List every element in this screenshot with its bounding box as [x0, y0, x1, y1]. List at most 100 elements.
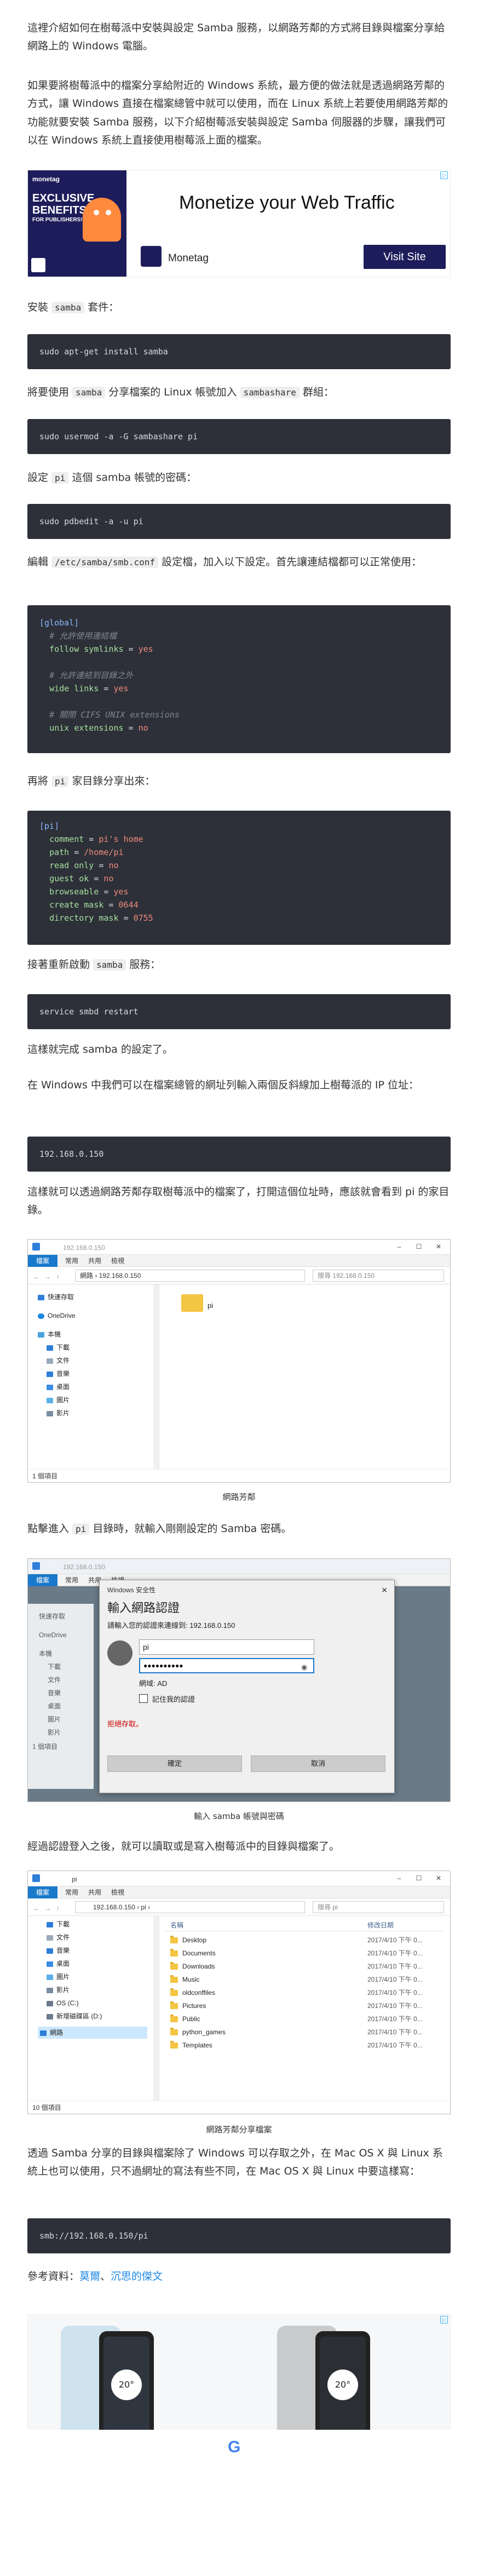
file-row[interactable]: Desktop 2017/4/10 下午 0...	[165, 1934, 444, 1947]
explorer-screenshot-credentials: 192.168.0.150 檔案 常用 共用 檢視 快速存取 OneDrive …	[27, 1558, 451, 1802]
code-block-pi-conf[interactable]: [pi] comment = pi's home path = /home/pi…	[27, 811, 451, 945]
nav-item-pictures[interactable]: 圖片	[56, 1973, 70, 1981]
nav-item-onedrive[interactable]: OneDrive	[39, 1629, 67, 1641]
nav-item-videos[interactable]: 影片	[56, 1986, 70, 1994]
nav-item-downloads[interactable]: 下載	[56, 1920, 70, 1928]
nav-item-videos[interactable]: 影片	[48, 1726, 61, 1739]
google-logo[interactable]: G	[228, 2436, 240, 2458]
nav-item-pictures[interactable]: 圖片	[48, 1713, 61, 1725]
column-name[interactable]: 名稱	[170, 1920, 183, 1931]
tab-file[interactable]: 檔案	[28, 1574, 57, 1586]
nav-item-documents[interactable]: 文件	[56, 1934, 70, 1941]
step-ip-text: 在 Windows 中我們可以在檔案總管的網址列輸入兩個反斜線加上樹莓派的 IP…	[27, 1079, 419, 1091]
nav-item-music[interactable]: 音樂	[56, 1370, 70, 1378]
code-block-ip[interactable]: 192.168.0.150	[27, 1137, 451, 1172]
file-row[interactable]: python_games 2017/4/10 下午 0...	[165, 2026, 444, 2039]
tab-home[interactable]: 常用	[65, 1574, 78, 1586]
pixel-phone-ad[interactable]: ▷ 20° 20°	[27, 2314, 451, 2430]
nav-item-this-pc[interactable]: 本機	[48, 1330, 61, 1338]
dialog-close-icon[interactable]: ✕	[381, 1584, 388, 1597]
code-block-install[interactable]: sudo apt-get install samba	[27, 334, 451, 369]
minimize-icon[interactable]: –	[395, 1243, 403, 1250]
file-row[interactable]: Pictures 2017/4/10 下午 0...	[165, 1999, 444, 2012]
nav-item-music[interactable]: 音樂	[56, 1947, 70, 1954]
file-row[interactable]: oldconffiles 2017/4/10 下午 0...	[165, 1986, 444, 1999]
ad-choices-icon[interactable]: ▷	[440, 2316, 448, 2323]
ad-visit-site-button[interactable]: Visit Site	[364, 245, 446, 269]
file-row[interactable]: Public 2017/4/10 下午 0...	[165, 2012, 444, 2026]
nav-item-onedrive[interactable]: OneDrive	[48, 1312, 76, 1319]
tab-share[interactable]: 共用	[88, 1886, 101, 1898]
nav-back-icon[interactable]: ←	[33, 1903, 40, 1914]
code-block-global-conf[interactable]: [global] # 允許使用連結檔 follow symlinks = yes…	[27, 605, 451, 753]
nav-item-quick-access[interactable]: 快速存取	[48, 1293, 74, 1301]
scrollbar[interactable]	[153, 1916, 159, 2101]
ok-button[interactable]: 確定	[107, 1755, 242, 1772]
nav-item-drive-d[interactable]: 新增磁碟區 (D:)	[56, 2012, 102, 2020]
tab-view[interactable]: 檢視	[111, 1886, 124, 1898]
close-icon[interactable]: ✕	[435, 1874, 442, 1882]
tab-file[interactable]: 檔案	[28, 1886, 57, 1898]
window-title: 192.168.0.150	[63, 1563, 105, 1571]
address-input[interactable]: 網路 › 192.168.0.150	[75, 1270, 305, 1282]
monetag-ad[interactable]: ▷ monetag EXCLUSIVE BENEFITS FOR PUBLISH…	[27, 170, 451, 277]
nav-back-icon[interactable]: ←	[33, 1271, 40, 1283]
file-row[interactable]: Templates 2017/4/10 下午 0...	[165, 2039, 444, 2052]
file-row[interactable]: Documents 2017/4/10 下午 0...	[165, 1947, 444, 1960]
minimize-icon[interactable]: –	[395, 1874, 403, 1882]
nav-up-icon[interactable]: ↑	[56, 1903, 60, 1914]
reference-link-2[interactable]: 沉思的傑文	[111, 2270, 163, 2282]
folder-icon	[170, 2028, 178, 2036]
nav-item-network[interactable]: 網路	[50, 2029, 63, 2036]
nav-item-documents[interactable]: 文件	[56, 1357, 70, 1364]
nav-item-pictures[interactable]: 圖片	[56, 1396, 70, 1404]
file-name: Pictures	[182, 2002, 206, 2010]
nav-item-quick-access[interactable]: 快速存取	[39, 1610, 65, 1622]
nav-forward-icon[interactable]: →	[44, 1903, 51, 1914]
nav-item-this-pc[interactable]: 本機	[39, 1648, 52, 1660]
search-input[interactable]: 搜尋 pi	[313, 1901, 444, 1913]
nav-item-desktop[interactable]: 桌面	[56, 1383, 70, 1391]
password-field[interactable]: ●●●●●●●●●●	[139, 1658, 314, 1673]
ad-brand-name[interactable]: Monetag	[168, 249, 209, 267]
nav-item-desktop[interactable]: 桌面	[48, 1700, 61, 1712]
maximize-icon[interactable]: ☐	[415, 1874, 423, 1882]
reference-link-1[interactable]: 莫爾	[79, 2270, 100, 2282]
nav-forward-icon[interactable]: →	[44, 1271, 51, 1283]
reveal-password-icon[interactable]: ◉	[301, 1661, 307, 1674]
scrollbar[interactable]	[153, 1284, 159, 1470]
close-icon[interactable]: ✕	[435, 1243, 442, 1250]
cancel-button[interactable]: 取消	[251, 1755, 385, 1772]
nav-item-drive-c[interactable]: OS (C:)	[56, 1999, 79, 2007]
nav-item-documents[interactable]: 文件	[48, 1674, 61, 1686]
address-input[interactable]: 192.168.0.150 › pi ›	[75, 1901, 305, 1913]
nav-item-videos[interactable]: 影片	[56, 1409, 70, 1417]
conf-key: directory mask	[49, 913, 119, 923]
file-row[interactable]: Downloads 2017/4/10 下午 0...	[165, 1960, 444, 1973]
username-field[interactable]: pi	[139, 1639, 314, 1655]
code-block-restart[interactable]: service smbd restart	[27, 994, 451, 1029]
file-row[interactable]: Music 2017/4/10 下午 0...	[165, 1973, 444, 1986]
nav-up-icon[interactable]: ↑	[56, 1271, 60, 1283]
code-block-smb-url[interactable]: smb://192.168.0.150/pi	[27, 2218, 451, 2253]
folder-icon	[181, 1294, 203, 1312]
nav-item-downloads[interactable]: 下載	[56, 1344, 70, 1351]
code-block-usermod[interactable]: sudo usermod -a -G sambashare pi	[27, 419, 451, 454]
column-date[interactable]: 修改日期	[367, 1920, 394, 1931]
ad-choices-icon[interactable]: ▷	[440, 171, 448, 179]
tab-view[interactable]: 檢視	[111, 1255, 124, 1267]
tab-home[interactable]: 常用	[65, 1255, 78, 1267]
nav-item-music[interactable]: 音樂	[48, 1687, 61, 1699]
references: 參考資料：莫爾、沉思的傑文	[27, 2268, 451, 2286]
remember-checkbox[interactable]	[139, 1694, 148, 1703]
search-input[interactable]: 搜尋 192.168.0.150	[313, 1270, 444, 1282]
nav-item-downloads[interactable]: 下載	[48, 1661, 61, 1673]
maximize-icon[interactable]: ☐	[415, 1243, 423, 1250]
tab-share[interactable]: 共用	[88, 1255, 101, 1267]
ad-image[interactable]: monetag EXCLUSIVE BENEFITS FOR PUBLISHER…	[28, 170, 126, 277]
ad-headline[interactable]: Monetize your Web Traffic	[179, 187, 395, 220]
tab-file[interactable]: 檔案	[28, 1255, 57, 1267]
code-block-pdbedit[interactable]: sudo pdbedit -a -u pi	[27, 504, 451, 539]
tab-home[interactable]: 常用	[65, 1886, 78, 1898]
nav-item-desktop[interactable]: 桌面	[56, 1960, 70, 1967]
